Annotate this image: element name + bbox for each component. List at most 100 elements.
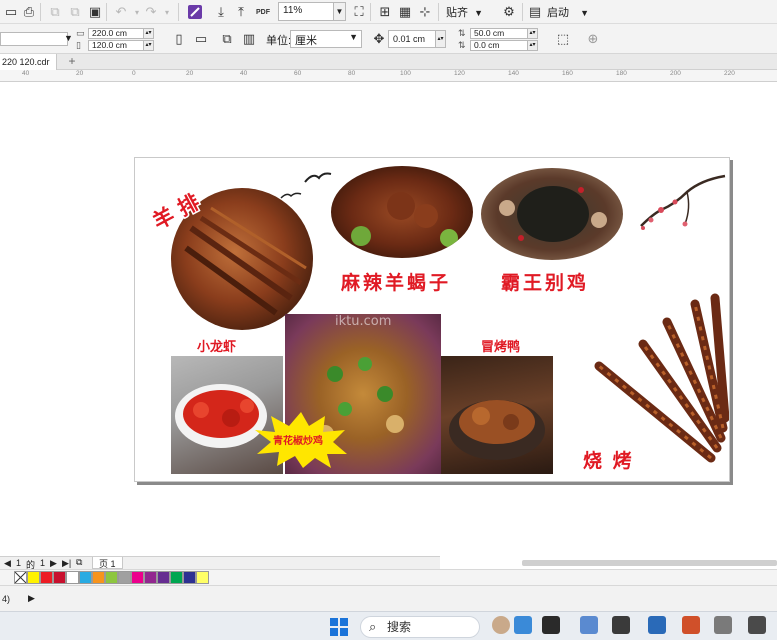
color-swatch[interactable] — [92, 571, 105, 584]
first-page-icon[interactable]: ◀ — [4, 558, 11, 569]
import-icon[interactable]: ⤓ — [212, 3, 230, 21]
page-size-select[interactable] — [0, 32, 68, 46]
chevron-down-icon: ▼ — [349, 32, 358, 42]
drawing-canvas[interactable]: 羊 排 麻辣羊蝎子 霸王别鸡 小龙虾 青花椒炒鸡 iktu.com 冒烤鸭 烧 … — [0, 82, 777, 556]
add-page-icon[interactable]: ⧉ — [76, 557, 82, 568]
unit-value: 厘米 — [295, 35, 317, 47]
duplicate-y-icon: ⇅ — [458, 40, 466, 50]
current-page-icon[interactable]: ▥ — [240, 30, 258, 48]
document-tab[interactable]: 220 120.cdr — [0, 54, 57, 70]
paste-icon[interactable]: ▣ — [86, 3, 104, 21]
new-tab-icon[interactable]: + — [66, 55, 78, 68]
zoom-dropdown-arrow[interactable]: ▼ — [334, 2, 346, 21]
zoom-level-field[interactable]: 11% — [278, 2, 334, 21]
standard-toolbar: ▭ ⎙ ⧉ ⧉ ▣ ↶ ▾ ↷ ▾ ⤓ ⤒ PDF 11% ▼ ⛶ ⊞ ▦ ⊹ … — [0, 0, 777, 24]
show-grid-icon[interactable]: ▦ — [396, 3, 414, 21]
color-swatch[interactable] — [105, 571, 118, 584]
nudge-spinner[interactable]: ▴▾ — [436, 30, 446, 48]
page-width-field[interactable]: 220.0 cm — [88, 28, 144, 39]
taskbar-search-box[interactable]: ⌕ 搜索 — [360, 616, 480, 638]
color-swatch[interactable] — [79, 571, 92, 584]
full-screen-icon[interactable]: ⛶ — [350, 3, 368, 21]
duplicate-x-spinner[interactable]: ▴▾ — [528, 28, 538, 39]
width-spinner[interactable]: ▴▾ — [144, 28, 154, 39]
color-swatch[interactable] — [183, 571, 196, 584]
page-height-field[interactable]: 120.0 cm — [88, 40, 144, 51]
launch-icon[interactable]: ▤ — [526, 3, 544, 21]
color-swatch[interactable] — [170, 571, 183, 584]
last-page-icon[interactable]: ▶| — [62, 558, 71, 569]
ruler-tick: 20 — [76, 70, 84, 77]
app-icon[interactable] — [682, 616, 700, 634]
color-swatch[interactable] — [157, 571, 170, 584]
landscape-icon[interactable]: ▭ — [192, 30, 210, 48]
color-swatch[interactable] — [196, 571, 209, 584]
document-tab-bar: 220 120.cdr + — [0, 54, 777, 70]
color-swatch[interactable] — [53, 571, 66, 584]
color-swatch[interactable] — [131, 571, 144, 584]
color-swatch[interactable] — [27, 571, 40, 584]
design-page[interactable]: 羊 排 麻辣羊蝎子 霸王别鸡 小龙虾 青花椒炒鸡 iktu.com 冒烤鸭 烧 … — [134, 157, 730, 482]
windows-start-icon[interactable] — [330, 618, 348, 636]
avatar-icon[interactable] — [492, 616, 510, 634]
gear-icon[interactable]: ⚙ — [500, 3, 518, 21]
spicy-lamb-label: 麻辣羊蝎子 — [341, 272, 452, 294]
app-icon[interactable] — [714, 616, 732, 634]
no-fill-swatch[interactable] — [14, 571, 27, 584]
ruler-tick: 100 — [400, 70, 411, 77]
export-icon[interactable]: ⤒ — [232, 3, 250, 21]
app-icon[interactable] — [542, 616, 560, 634]
color-swatch[interactable] — [40, 571, 53, 584]
snap-to-menu[interactable]: 贴齐 ▼ — [446, 4, 483, 20]
current-page-number: 1 — [16, 558, 22, 568]
property-bar: ▼ ▭ 220.0 cm ▴▾ ▯ 120.0 cm ▴▾ ▯ ▭ ⧉ ▥ 单位… — [0, 24, 777, 54]
duplicate-y-spinner[interactable]: ▴▾ — [528, 40, 538, 51]
save-icon[interactable]: ▭ — [2, 3, 20, 21]
show-guidelines-icon[interactable]: ⊹ — [416, 3, 434, 21]
play-icon[interactable]: ▶ — [28, 593, 35, 604]
search-placeholder: 搜索 — [387, 620, 412, 634]
horizontal-scrollbar[interactable] — [522, 560, 777, 566]
duplicate-distance-y-field[interactable]: 0.0 cm — [470, 40, 528, 51]
color-swatch[interactable] — [144, 571, 157, 584]
portrait-icon[interactable]: ▯ — [170, 30, 188, 48]
print-icon[interactable]: ⎙ — [20, 3, 38, 21]
redo-dropdown-icon[interactable]: ▾ — [158, 3, 176, 21]
chevron-down-icon: ▼ — [474, 8, 483, 18]
unit-select[interactable]: 厘米 ▼ — [290, 30, 362, 48]
chevron-down-icon: ▼ — [64, 33, 73, 43]
app-icon[interactable] — [612, 616, 630, 634]
duplicate-distance-x-field[interactable]: 50.0 cm — [470, 28, 528, 39]
ruler-tick: 160 — [562, 70, 573, 77]
show-rulers-icon[interactable]: ⊞ — [376, 3, 394, 21]
add-icon[interactable]: ⊕ — [584, 30, 602, 48]
publish-pdf-icon[interactable]: PDF — [254, 3, 272, 21]
width-icon: ▭ — [76, 28, 85, 38]
bawang-chicken-detail — [499, 186, 607, 242]
status-text: 4) — [2, 594, 11, 604]
height-spinner[interactable]: ▴▾ — [144, 40, 154, 51]
bbq-skewers-image — [594, 293, 729, 463]
page-tab[interactable]: 页 1 — [92, 557, 123, 569]
search-content-icon[interactable] — [186, 3, 204, 21]
separator — [40, 3, 41, 21]
spicy-lamb-detail — [351, 192, 458, 247]
color-swatch[interactable] — [66, 571, 79, 584]
copy-icon[interactable]: ⧉ — [66, 3, 84, 21]
color-swatch[interactable] — [118, 571, 131, 584]
cut-icon[interactable]: ⧉ — [46, 3, 64, 21]
ruler-tick: 220 — [724, 70, 735, 77]
bleed-icon[interactable]: ⬚ — [554, 30, 572, 48]
nudge-distance-field[interactable]: 0.01 cm — [388, 30, 436, 48]
all-pages-icon[interactable]: ⧉ — [218, 30, 236, 48]
app-icon[interactable] — [514, 616, 532, 634]
bbq-label: 烧 烤 — [583, 450, 634, 472]
watermark-text: iktu.com — [335, 314, 392, 329]
app-icon[interactable] — [748, 616, 766, 634]
launch-menu[interactable]: 启动 ▼ — [547, 4, 589, 20]
app-icon[interactable] — [648, 616, 666, 634]
separator — [438, 3, 439, 21]
app-icon[interactable] — [580, 616, 598, 634]
next-page-icon[interactable]: ▶ — [50, 558, 57, 569]
horizontal-ruler[interactable]: 40 20 0 20 40 60 80 100 120 140 160 180 … — [0, 70, 777, 82]
